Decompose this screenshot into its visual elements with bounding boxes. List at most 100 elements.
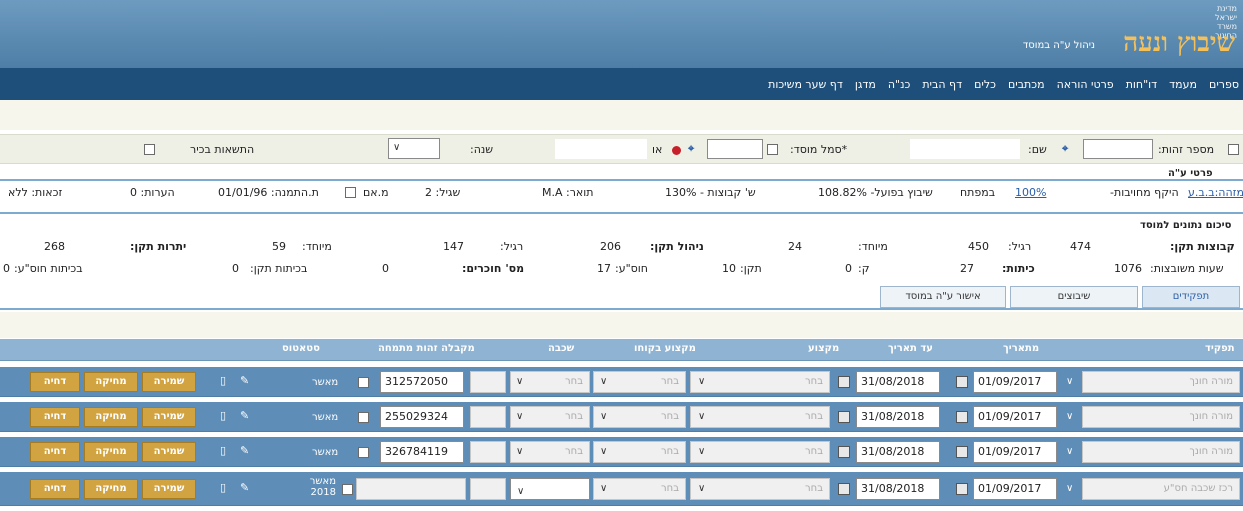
name-label: שם: bbox=[1028, 143, 1047, 156]
chevron-down-icon: ∨ bbox=[698, 483, 706, 494]
nav-item-kna[interactable]: כנ"ה bbox=[888, 78, 910, 91]
calendar-icon[interactable] bbox=[838, 483, 850, 495]
from-date-input[interactable]: 01/09/2017 bbox=[973, 441, 1057, 463]
senior-checkbox[interactable] bbox=[144, 144, 155, 155]
subject-select[interactable]: בחר bbox=[690, 371, 830, 393]
calendar-icon[interactable] bbox=[956, 376, 968, 388]
chevron-down-icon: ∨ bbox=[600, 446, 608, 457]
senior-label: התשאות בכיר bbox=[190, 143, 255, 156]
pin-icon[interactable]: ✎ bbox=[240, 481, 249, 494]
intern-id-input[interactable] bbox=[356, 478, 466, 500]
tab-approve[interactable]: אישור ע"ה במוסד bbox=[880, 286, 1006, 308]
subject-select[interactable]: בחר bbox=[690, 441, 830, 463]
nav-item-reports[interactable]: דו"חות bbox=[1126, 78, 1157, 91]
save-button[interactable]: שמירה bbox=[142, 372, 196, 392]
subject-select[interactable]: בחר bbox=[690, 478, 830, 500]
id-toggle-checkbox[interactable] bbox=[1228, 144, 1239, 155]
from-date-input[interactable]: 01/09/2017 bbox=[973, 371, 1057, 393]
document-icon[interactable]: ▯ bbox=[220, 409, 226, 422]
role-select[interactable]: רכז שכבה חס"ע bbox=[1082, 478, 1240, 500]
reject-button[interactable]: דחיה bbox=[30, 479, 80, 499]
approve-checkbox[interactable] bbox=[358, 377, 369, 388]
id-input[interactable] bbox=[1083, 139, 1153, 159]
tab-assignments[interactable]: שיבוצים bbox=[1010, 286, 1138, 308]
nav-item-books[interactable]: ספרים bbox=[1209, 78, 1239, 91]
pin-icon[interactable]: ✎ bbox=[240, 374, 249, 387]
chevron-down-icon: ∨ bbox=[516, 376, 524, 387]
calendar-icon[interactable] bbox=[956, 411, 968, 423]
document-icon[interactable]: ▯ bbox=[220, 374, 226, 387]
app-logo: שיבוץ ונעה bbox=[1123, 28, 1235, 58]
pin-icon[interactable]: ✎ bbox=[240, 409, 249, 422]
required-dot-icon bbox=[672, 146, 681, 155]
save-button[interactable]: שמירה bbox=[142, 407, 196, 427]
alt-field[interactable] bbox=[555, 139, 647, 159]
delete-button[interactable]: מחיקה bbox=[84, 442, 138, 462]
calendar-icon[interactable] bbox=[838, 411, 850, 423]
to-date-input[interactable]: 31/08/2018 bbox=[856, 371, 940, 393]
role-select[interactable]: מורה חונך bbox=[1082, 441, 1240, 463]
age-value: שגיל: 2 bbox=[425, 186, 461, 199]
standard-groups-value: 474 bbox=[1070, 240, 1091, 253]
lookup-icon[interactable]: ⌖ bbox=[688, 142, 694, 156]
from-date-input[interactable]: 01/09/2017 bbox=[973, 478, 1057, 500]
calendar-icon[interactable] bbox=[838, 376, 850, 388]
institution-checkbox[interactable] bbox=[767, 144, 778, 155]
divider bbox=[0, 179, 1243, 181]
subject-select[interactable]: בחר bbox=[690, 406, 830, 428]
approve-checkbox[interactable] bbox=[358, 412, 369, 423]
to-date-input[interactable]: 31/08/2018 bbox=[856, 478, 940, 500]
nav-item-tools[interactable]: כלים bbox=[974, 78, 996, 91]
mgmt-regular-label: רגיל: bbox=[500, 240, 524, 253]
nav-item-letters[interactable]: מכתבים bbox=[1008, 78, 1045, 91]
reject-button[interactable]: דחיה bbox=[30, 407, 80, 427]
role-select[interactable]: מורה חונך bbox=[1082, 406, 1240, 428]
nav-item-home[interactable]: דף הבית bbox=[922, 78, 962, 91]
scope-link[interactable]: 100% bbox=[1015, 186, 1046, 199]
class-teken-label: בכיתות תקן: bbox=[250, 262, 308, 275]
intern-id-input[interactable]: 312572050 bbox=[380, 371, 464, 393]
approve-checkbox[interactable] bbox=[358, 447, 369, 458]
name-field[interactable] bbox=[910, 139, 1020, 159]
from-date-input[interactable]: 01/09/2017 bbox=[973, 406, 1057, 428]
intern-id-input[interactable]: 255029324 bbox=[380, 406, 464, 428]
to-date-input[interactable]: 31/08/2018 bbox=[856, 441, 940, 463]
calendar-icon[interactable] bbox=[956, 483, 968, 495]
mother-checkbox[interactable] bbox=[345, 187, 356, 198]
notes-count: הערות: 0 bbox=[130, 186, 175, 199]
chevron-down-icon: ∨ bbox=[1066, 483, 1074, 494]
to-date-input[interactable]: 31/08/2018 bbox=[856, 406, 940, 428]
tab-roles[interactable]: תפקידים bbox=[1142, 286, 1240, 308]
teacher-id-link[interactable]: מזהה:ב.ב.ע bbox=[1188, 186, 1243, 199]
layer-select-active[interactable]: ∨ bbox=[510, 478, 590, 500]
document-icon[interactable]: ▯ bbox=[220, 481, 226, 494]
nav-item-teaching[interactable]: פרטי הוראה bbox=[1057, 78, 1114, 91]
intern-id-input[interactable]: 326784119 bbox=[380, 441, 464, 463]
approve-checkbox[interactable] bbox=[342, 484, 353, 495]
reject-button[interactable]: דחיה bbox=[30, 442, 80, 462]
regular-label: רגיל: bbox=[1008, 240, 1032, 253]
reject-button[interactable]: דחיה bbox=[30, 372, 80, 392]
main-nav: ספרים מעמד דו"חות פרטי הוראה מכתבים כלים… bbox=[0, 68, 1243, 100]
role-select[interactable]: מורה חונך bbox=[1082, 371, 1240, 393]
approve-status-label: מאשר 2018 bbox=[309, 476, 336, 498]
institution-label: *סמל מוסד: bbox=[790, 143, 848, 156]
nav-item-madgan[interactable]: מדגן bbox=[855, 78, 876, 91]
institution-input[interactable] bbox=[707, 139, 763, 159]
col-role: תפקיד bbox=[1205, 343, 1235, 354]
calendar-icon[interactable] bbox=[956, 446, 968, 458]
save-button[interactable]: שמירה bbox=[142, 442, 196, 462]
actual-assignment: שיבוץ בפועל- 108.82% bbox=[818, 186, 933, 199]
year-select[interactable]: ∨ bbox=[388, 138, 440, 159]
chevron-down-icon: ∨ bbox=[516, 411, 524, 422]
nav-item-status[interactable]: מעמד bbox=[1169, 78, 1197, 91]
delete-button[interactable]: מחיקה bbox=[84, 372, 138, 392]
pin-icon[interactable]: ✎ bbox=[240, 444, 249, 457]
save-button[interactable]: שמירה bbox=[142, 479, 196, 499]
search-icon[interactable]: ⌖ bbox=[1062, 142, 1068, 156]
nav-item-cover[interactable]: דף שער משיכות bbox=[768, 78, 843, 91]
delete-button[interactable]: מחיקה bbox=[84, 479, 138, 499]
document-icon[interactable]: ▯ bbox=[220, 444, 226, 457]
calendar-icon[interactable] bbox=[838, 446, 850, 458]
delete-button[interactable]: מחיקה bbox=[84, 407, 138, 427]
